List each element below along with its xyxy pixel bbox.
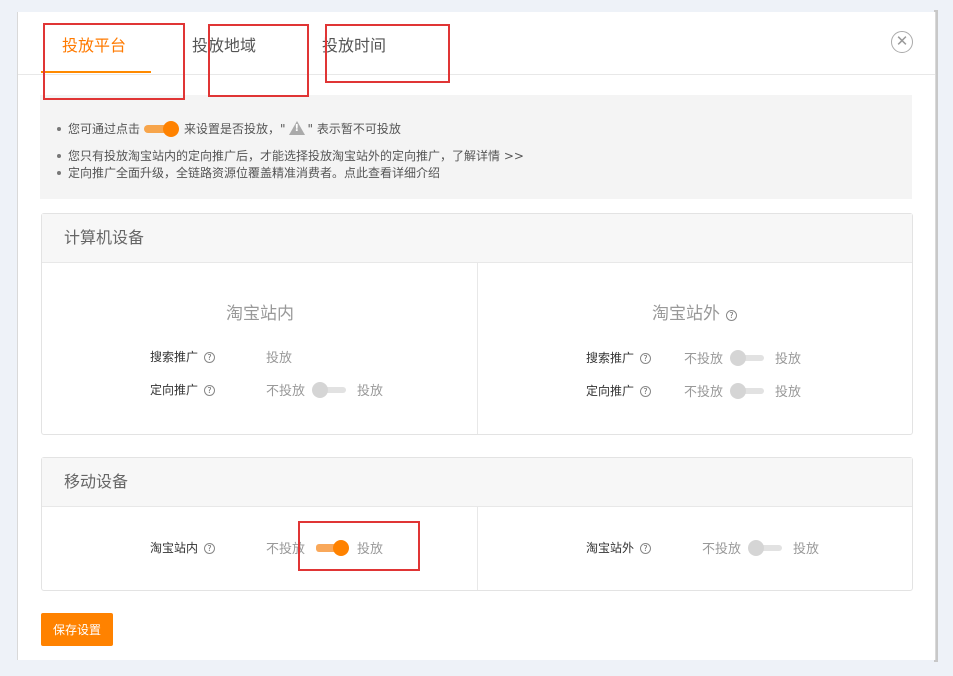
help-icon[interactable]: ? xyxy=(640,386,652,397)
mobile-inside-label: 淘宝站内? xyxy=(150,539,216,556)
help-icon[interactable]: ? xyxy=(640,543,652,554)
annotation-box xyxy=(208,24,309,97)
computer-inside-title: 淘宝站内 xyxy=(226,304,294,324)
save-settings-button[interactable]: 保存设置 xyxy=(41,613,113,646)
mobile-panel-title: 移动设备 xyxy=(42,458,912,507)
computer-outside-target-off: 不投放 xyxy=(684,385,724,400)
learn-more-link[interactable]: 了解详情 >> xyxy=(452,147,524,164)
settings-dialog: 投放平台 投放地域 投放时间 ✕ 您可通过点击 来设置是否投放，" ! " 表示… xyxy=(17,12,936,660)
notice-item: 您可通过点击 来设置是否投放，" ! " 表示暂不可投放 xyxy=(57,120,401,137)
computer-panel: 计算机设备 淘宝站内 搜索推广? 投放 定向推广? 不投放 投放 淘宝站外? 搜… xyxy=(41,213,913,435)
computer-inside-search-label: 搜索推广? xyxy=(150,348,216,365)
mobile-outside-on: 投放 xyxy=(793,542,820,557)
panel-divider xyxy=(477,263,478,434)
help-icon[interactable]: ? xyxy=(640,353,652,364)
mobile-panel: 移动设备 淘宝站内? 不投放 投放 淘宝站外? 不投放 投放 xyxy=(41,457,913,591)
mobile-outside-label: 淘宝站外? xyxy=(586,539,652,556)
annotation-box xyxy=(325,24,450,83)
help-icon[interactable]: ? xyxy=(726,310,737,321)
computer-outside-search-toggle[interactable] xyxy=(730,349,766,367)
mobile-outside-off: 不投放 xyxy=(702,542,742,557)
computer-panel-title: 计算机设备 xyxy=(42,214,912,263)
computer-outside-search-on: 投放 xyxy=(775,352,802,367)
notice-item: 您只有投放淘宝站内的定向推广后，才能选择投放淘宝站外的定向推广， 了解详情 >> xyxy=(57,147,524,164)
toggle-example-icon xyxy=(144,120,180,137)
computer-inside-target-label: 定向推广? xyxy=(150,381,216,398)
annotation-box xyxy=(298,521,420,571)
annotation-box xyxy=(43,23,185,100)
computer-outside-search-off: 不投放 xyxy=(684,352,724,367)
computer-outside-search-label: 搜索推广? xyxy=(586,349,652,366)
computer-outside-target-on: 投放 xyxy=(775,385,802,400)
help-icon[interactable]: ? xyxy=(204,352,216,363)
computer-outside-target-label: 定向推广? xyxy=(586,382,652,399)
computer-inside-search-status: 投放 xyxy=(266,351,293,366)
computer-inside-target-on: 投放 xyxy=(357,384,384,399)
computer-inside-target-off: 不投放 xyxy=(266,384,306,399)
close-icon[interactable]: ✕ xyxy=(891,31,913,53)
help-icon[interactable]: ? xyxy=(204,543,216,554)
mobile-outside-toggle[interactable] xyxy=(748,539,784,557)
notice-box: 您可通过点击 来设置是否投放，" ! " 表示暂不可投放 您只有投放淘宝站内的定… xyxy=(40,95,912,199)
upgrade-info-link[interactable]: 定向推广全面升级，全链路资源位覆盖精准消费者。点此查看详细介绍 xyxy=(68,164,440,181)
panel-divider xyxy=(477,507,478,590)
help-icon[interactable]: ? xyxy=(204,385,216,396)
notice-item: 定向推广全面升级，全链路资源位覆盖精准消费者。点此查看详细介绍 xyxy=(57,164,440,181)
warning-icon: ! xyxy=(288,120,305,135)
computer-inside-target-toggle[interactable] xyxy=(312,381,348,399)
computer-outside-target-toggle[interactable] xyxy=(730,382,766,400)
computer-outside-title: 淘宝站外? xyxy=(652,299,737,324)
